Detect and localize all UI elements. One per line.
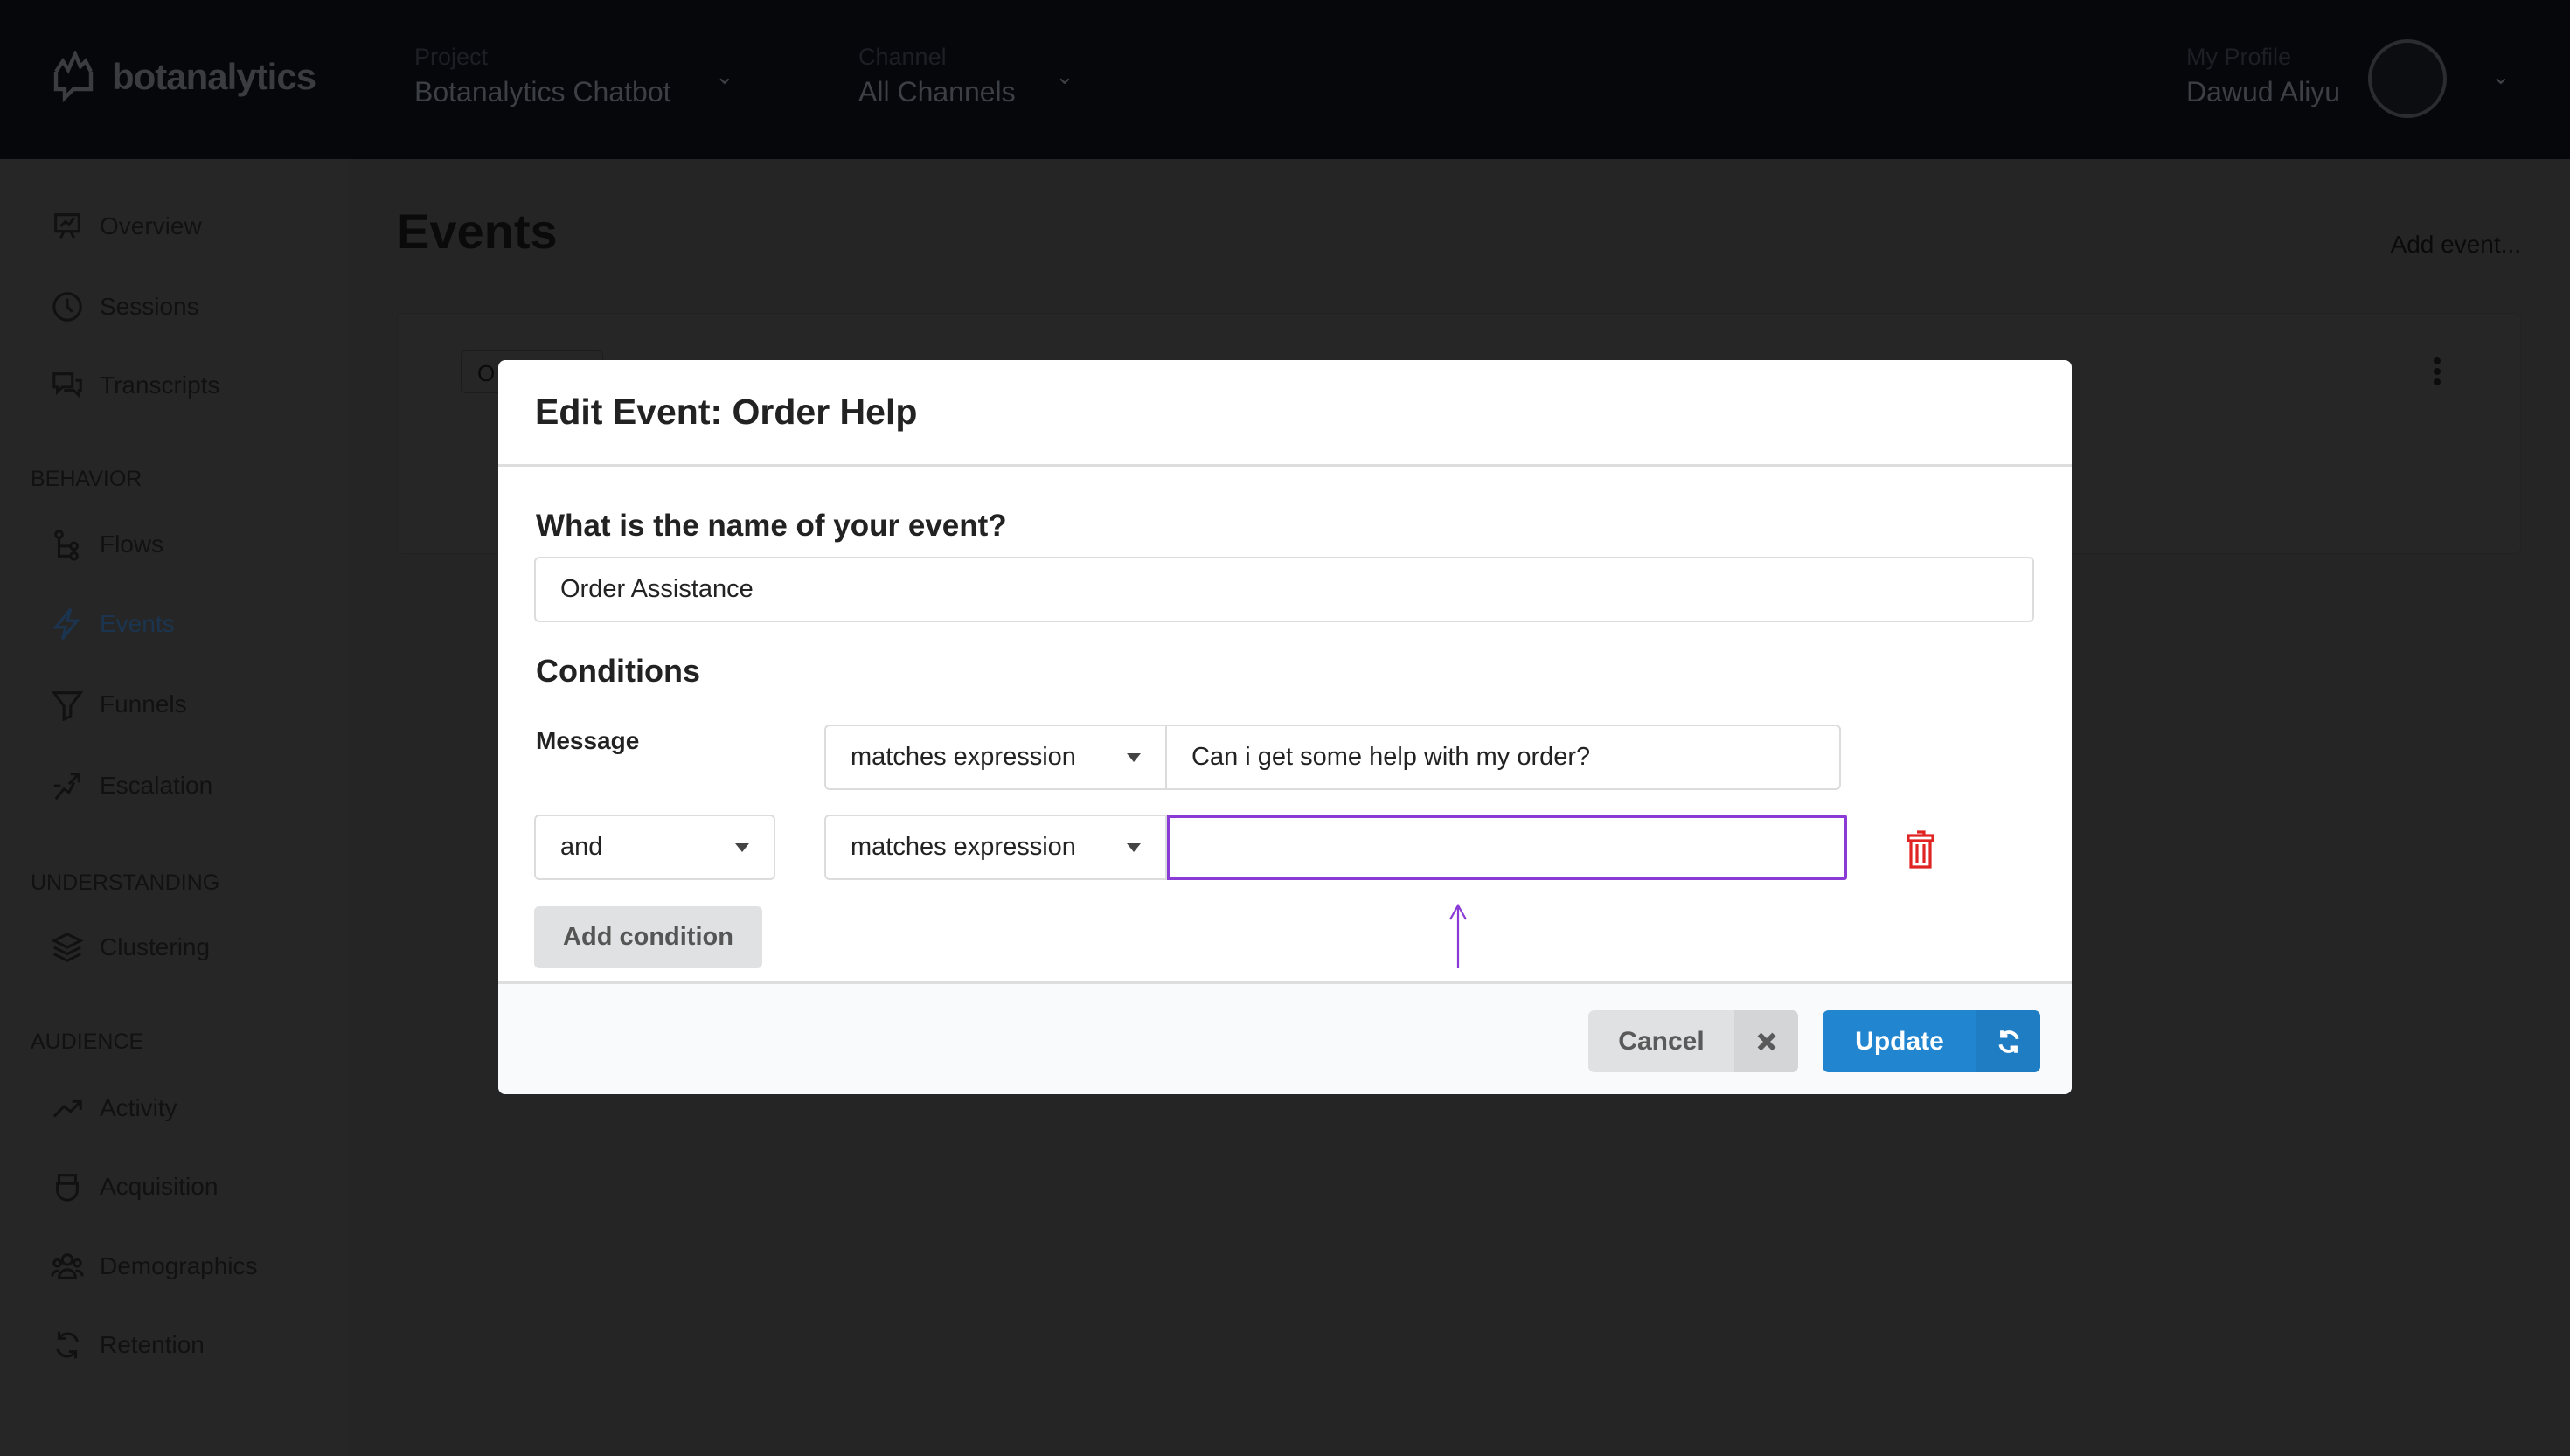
event-name-label: What is the name of your event? xyxy=(536,509,1007,543)
modal-title: Edit Event: Order Help xyxy=(498,360,2072,467)
more-options-icon[interactable] xyxy=(2430,357,2444,386)
sidebar-item-label: Transcripts xyxy=(100,371,220,399)
layers-icon xyxy=(51,933,84,962)
sidebar-item-flows[interactable]: Flows xyxy=(51,528,163,561)
sidebar-item-label: Activity xyxy=(100,1094,177,1121)
avatar[interactable] xyxy=(2368,39,2447,118)
sidebar-item-funnels[interactable]: Funnels xyxy=(51,688,187,721)
sidebar: Overview Sessions Transcripts BEHAVIOR F… xyxy=(0,159,348,1456)
profile-name: Dawud Aliyu xyxy=(2186,76,2341,107)
sidebar-item-label: Acquisition xyxy=(100,1173,219,1200)
profile-menu[interactable]: My Profile Dawud Aliyu xyxy=(2186,44,2340,108)
operator-value: matches expression xyxy=(851,743,1076,771)
sidebar-item-sessions[interactable]: Sessions xyxy=(51,290,199,323)
logo[interactable]: botanalytics xyxy=(51,51,316,103)
caret-down-icon xyxy=(1127,752,1141,762)
sidebar-item-retention[interactable]: Retention xyxy=(51,1328,205,1362)
joiner-value: and xyxy=(560,833,603,861)
update-button[interactable]: Update xyxy=(1823,1010,2040,1072)
project-selector[interactable]: Project Botanalytics Chatbot xyxy=(414,44,671,108)
sidebar-item-events[interactable]: Events xyxy=(51,607,175,641)
sidebar-item-label: Retention xyxy=(100,1331,205,1358)
section-heading-audience: AUDIENCE xyxy=(31,1030,144,1054)
caret-down-icon xyxy=(1127,842,1141,852)
sidebar-item-label: Sessions xyxy=(100,293,199,320)
section-heading-behavior: BEHAVIOR xyxy=(31,467,142,491)
bolt-icon xyxy=(52,607,80,641)
users-icon xyxy=(51,1253,84,1279)
top-header: botanalytics Project Botanalytics Chatbo… xyxy=(0,0,2570,159)
condition-value-input-focused[interactable] xyxy=(1167,815,1847,880)
sidebar-item-label: Flows xyxy=(100,530,164,558)
add-condition-button[interactable]: Add condition xyxy=(534,906,762,968)
caret-down-icon xyxy=(735,842,749,852)
trend-up-icon xyxy=(52,1099,82,1118)
channel-label: Channel xyxy=(858,44,947,70)
operator-select[interactable]: matches expression xyxy=(824,725,1167,790)
chevron-down-icon[interactable]: ⌄ xyxy=(715,63,734,90)
modal-footer: Cancel Update xyxy=(498,981,2072,1094)
chevron-down-icon[interactable]: ⌄ xyxy=(2491,63,2511,90)
refresh-icon xyxy=(1976,1010,2040,1072)
sidebar-item-label: Events xyxy=(100,610,175,637)
funnel-icon xyxy=(51,691,84,721)
project-value: Botanalytics Chatbot xyxy=(414,76,671,107)
chat-bubbles-icon xyxy=(52,372,82,399)
event-name-input[interactable]: Order Assistance xyxy=(534,557,2034,622)
operator-value: matches expression xyxy=(851,833,1076,861)
sidebar-item-transcripts[interactable]: Transcripts xyxy=(51,369,219,402)
message-label: Message xyxy=(536,727,640,754)
condition-value-input[interactable]: Can i get some help with my order? xyxy=(1165,725,1841,790)
presentation-chart-icon xyxy=(54,213,80,239)
edit-event-modal: Edit Event: Order Help What is the name … xyxy=(498,360,2072,1094)
joiner-select[interactable]: and xyxy=(534,815,775,880)
logo-text: botanalytics xyxy=(112,56,316,97)
sidebar-item-label: Funnels xyxy=(100,690,187,718)
operator-select[interactable]: matches expression xyxy=(824,815,1167,880)
channel-value: All Channels xyxy=(858,76,1016,107)
update-label: Update xyxy=(1855,1026,1944,1056)
sidebar-item-activity[interactable]: Activity xyxy=(51,1092,177,1125)
cancel-label: Cancel xyxy=(1618,1026,1705,1056)
cancel-button[interactable]: Cancel xyxy=(1588,1010,1798,1072)
logo-icon xyxy=(53,51,94,103)
sidebar-item-escalation[interactable]: Escalation xyxy=(51,769,212,802)
clock-icon xyxy=(52,292,82,322)
refresh-icon xyxy=(56,1331,79,1359)
section-heading-understanding: UNDERSTANDING xyxy=(31,870,220,895)
sidebar-item-clustering[interactable]: Clustering xyxy=(51,931,210,964)
conditions-heading: Conditions xyxy=(536,653,700,689)
close-icon xyxy=(1734,1010,1798,1072)
arrow-up-annotation-icon xyxy=(1449,904,1467,968)
channel-selector[interactable]: Channel All Channels xyxy=(858,44,1016,108)
sidebar-item-demographics[interactable]: Demographics xyxy=(51,1250,258,1283)
sidebar-item-overview[interactable]: Overview xyxy=(51,210,202,243)
trash-icon[interactable] xyxy=(1907,830,1934,869)
project-label: Project xyxy=(414,44,489,70)
escalation-icon xyxy=(53,773,80,801)
acquisition-icon xyxy=(56,1174,79,1202)
sidebar-item-acquisition[interactable]: Acquisition xyxy=(51,1170,218,1203)
page-title: Events xyxy=(397,204,558,259)
sidebar-item-label: Clustering xyxy=(100,933,211,960)
chevron-down-icon[interactable]: ⌄ xyxy=(1055,63,1074,90)
add-event-button[interactable]: Add event... xyxy=(2391,231,2521,259)
sidebar-item-label: Overview xyxy=(100,212,202,239)
sidebar-item-label: Escalation xyxy=(100,772,213,799)
profile-label: My Profile xyxy=(2186,44,2292,70)
sidebar-item-label: Demographics xyxy=(100,1252,258,1279)
flow-icon xyxy=(54,530,79,561)
